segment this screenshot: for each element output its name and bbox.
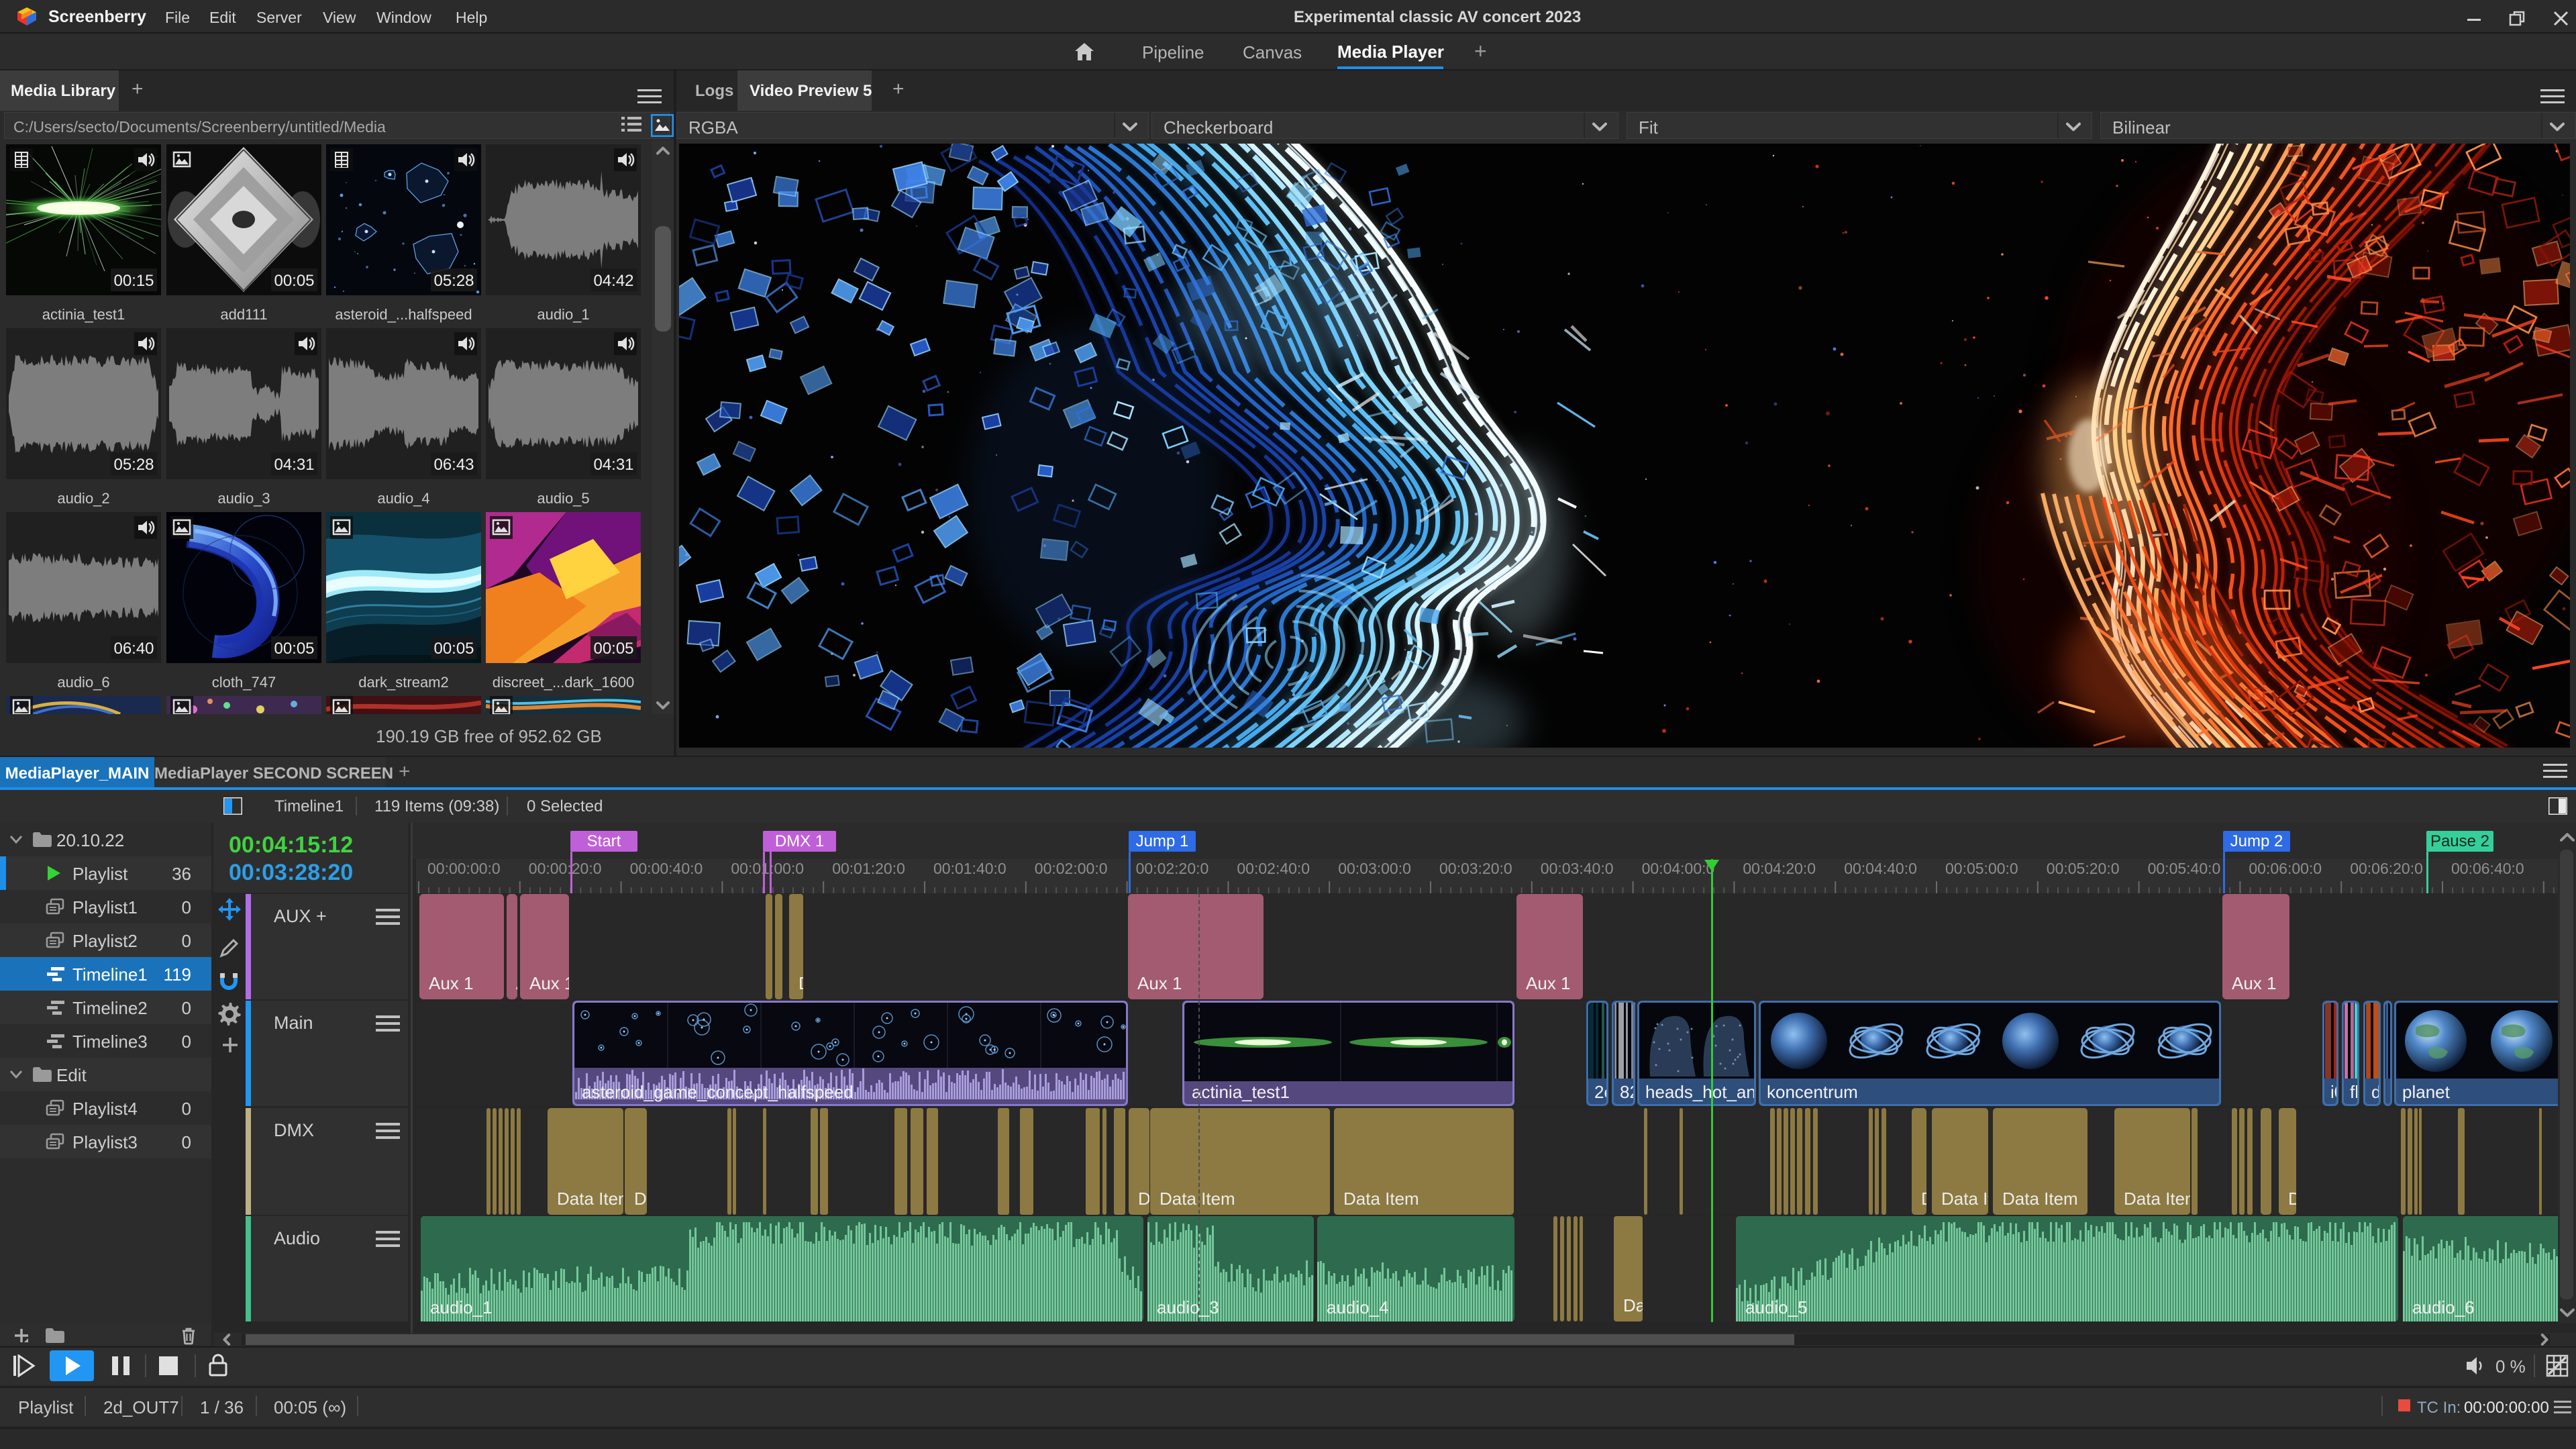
svg-text:00:02:00:0: 00:02:00:0 xyxy=(1035,860,1108,877)
svg-text:00:06:20:0: 00:06:20:0 xyxy=(2350,860,2423,877)
svg-text:actinia_test1: actinia_test1 xyxy=(1192,1082,1290,1102)
svg-text:2c: 2c xyxy=(1594,1082,1608,1102)
svg-text:koncentrum: koncentrum xyxy=(1767,1082,1858,1102)
svg-text:00:00:40:0: 00:00:40:0 xyxy=(630,860,703,877)
svg-text:00:05:20:0: 00:05:20:0 xyxy=(2047,860,2120,877)
svg-text:audio_3: audio_3 xyxy=(1157,1297,1219,1317)
svg-text:00:04:00:0: 00:04:00:0 xyxy=(1642,860,1715,877)
svg-text:82: 82 xyxy=(1620,1082,1635,1102)
svg-text:heads_hot_and_c: heads_hot_and_c xyxy=(1645,1082,1756,1102)
svg-text:00:00:00:0: 00:00:00:0 xyxy=(427,860,501,877)
svg-text:00:06:00:0: 00:06:00:0 xyxy=(2249,860,2322,877)
svg-text:planet: planet xyxy=(2402,1082,2451,1102)
svg-text:00:03:00:0: 00:03:00:0 xyxy=(1338,860,1411,877)
svg-text:00:04:20:0: 00:04:20:0 xyxy=(1743,860,1816,877)
svg-text:00:02:20:0: 00:02:20:0 xyxy=(1136,860,1209,877)
svg-text:00:05:00:0: 00:05:00:0 xyxy=(1945,860,2018,877)
svg-text:00:02:40:0: 00:02:40:0 xyxy=(1237,860,1310,877)
svg-text:00:05:40:0: 00:05:40:0 xyxy=(2148,860,2221,877)
svg-text:00:03:40:0: 00:03:40:0 xyxy=(1541,860,1614,877)
svg-text:00:06:40:0: 00:06:40:0 xyxy=(2451,860,2524,877)
svg-text:00:01:00:0: 00:01:00:0 xyxy=(731,860,804,877)
svg-text:asteroid_game_concept_halfspee: asteroid_game_concept_halfspeed xyxy=(582,1082,854,1102)
svg-text:00:00:20:0: 00:00:20:0 xyxy=(529,860,602,877)
svg-text:audio_1: audio_1 xyxy=(430,1297,493,1317)
svg-text:audio_4: audio_4 xyxy=(1327,1297,1389,1317)
svg-text:00:03:20:0: 00:03:20:0 xyxy=(1439,860,1512,877)
svg-text:00:01:20:0: 00:01:20:0 xyxy=(832,860,905,877)
svg-text:00:04:40:0: 00:04:40:0 xyxy=(1844,860,1917,877)
svg-text:00:01:40:0: 00:01:40:0 xyxy=(933,860,1007,877)
svg-text:audio_5: audio_5 xyxy=(1745,1297,1808,1317)
svg-text:audio_6: audio_6 xyxy=(2412,1297,2475,1317)
